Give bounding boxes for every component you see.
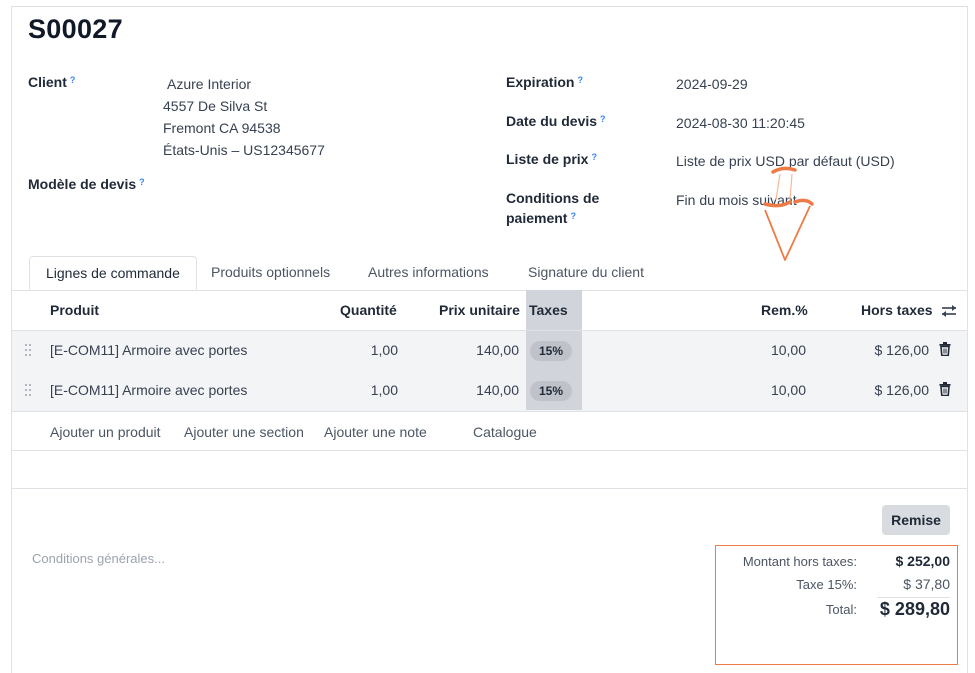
row-quantity[interactable]: 1,00 <box>318 340 398 360</box>
row-subtotal: $ 126,00 <box>874 382 930 398</box>
row-product[interactable]: [E-COM11] Armoire avec portes <box>50 380 247 400</box>
payment-terms-label: Conditions de paiement? <box>506 190 600 226</box>
header-subtotal[interactable]: Hors taxes <box>861 300 933 320</box>
client-address-line: Fremont CA 94538 <box>163 120 281 136</box>
row-unit-price[interactable]: 140,00 <box>419 380 519 400</box>
header-product[interactable]: Produit <box>50 300 99 320</box>
help-icon[interactable]: ? <box>600 114 606 124</box>
row-subtotal: $ 126,00 <box>874 342 930 358</box>
tax-badge[interactable]: 15% <box>530 341 573 361</box>
tab-order-lines[interactable]: Lignes de commande <box>29 256 197 290</box>
row-unit-price[interactable]: 140,00 <box>419 340 519 360</box>
help-icon[interactable]: ? <box>570 211 576 221</box>
client-address-line: États-Unis – US12345677 <box>163 142 325 158</box>
row-product[interactable]: [E-COM11] Armoire avec portes <box>50 340 247 360</box>
row-discount[interactable]: 10,00 <box>726 380 806 400</box>
tab-customer-signature[interactable]: Signature du client <box>512 256 660 290</box>
quote-template-input[interactable] <box>163 174 463 196</box>
tabs-divider <box>12 290 967 291</box>
pricelist-label: Liste de prix? <box>506 151 597 167</box>
annotation-arrow-icon <box>763 166 814 261</box>
client-address-line: 4557 De Silva St <box>163 98 268 114</box>
trash-icon[interactable] <box>939 382 951 396</box>
header-discount[interactable]: Rem.% <box>761 300 808 320</box>
header-quantity[interactable]: Quantité <box>340 300 397 320</box>
add-note-link[interactable]: Ajouter une note <box>324 422 427 442</box>
drag-handle-icon[interactable] <box>25 384 33 396</box>
quote-date-value[interactable]: 2024-08-30 11:20:45 <box>676 112 805 134</box>
row-discount[interactable]: 10,00 <box>726 340 806 360</box>
quote-date-label: Date du devis? <box>506 113 606 129</box>
client-label: Client? <box>28 74 76 90</box>
totals-divider <box>877 597 950 598</box>
tax-badge[interactable]: 15% <box>530 381 573 401</box>
optional-columns-icon[interactable] <box>941 304 957 318</box>
table-footer-divider <box>12 488 967 489</box>
tab-optional-products[interactable]: Produits optionnels <box>195 256 346 290</box>
record-title: S00027 <box>28 14 123 44</box>
expiration-label: Expiration? <box>506 74 583 90</box>
help-icon[interactable]: ? <box>70 75 76 85</box>
tab-other-info[interactable]: Autres informations <box>352 256 505 290</box>
untaxed-amount-label: Montant hors taxes: <box>742 554 857 569</box>
catalog-link[interactable]: Catalogue <box>473 422 537 442</box>
help-icon[interactable]: ? <box>139 177 145 187</box>
total-label: Total: <box>825 602 857 617</box>
help-icon[interactable]: ? <box>591 152 597 162</box>
untaxed-amount-value: $ 252,00 <box>895 553 951 569</box>
help-icon[interactable]: ? <box>577 75 583 85</box>
tax-amount-label: Taxe 15%: <box>796 577 857 592</box>
trash-icon[interactable] <box>939 342 951 356</box>
tax-amount-value: $ 37,80 <box>903 576 950 592</box>
quote-template-label: Modèle de devis? <box>28 176 145 192</box>
discount-button[interactable]: Remise <box>882 505 950 535</box>
total-value: $ 289,80 <box>879 599 950 619</box>
client-name[interactable]: Azure Interior <box>163 73 325 95</box>
terms-conditions-input[interactable]: Conditions générales... <box>32 551 165 566</box>
header-taxes[interactable]: Taxes <box>529 300 568 320</box>
expiration-value[interactable]: 2024-09-29 <box>676 73 748 95</box>
client-field[interactable]: Azure Interior 4557 De Silva St Fremont … <box>163 73 325 161</box>
table-bottom-divider <box>12 450 967 451</box>
add-section-link[interactable]: Ajouter une section <box>184 422 304 442</box>
drag-handle-icon[interactable] <box>25 344 33 356</box>
header-unit-price[interactable]: Prix unitaire <box>439 300 520 320</box>
row-quantity[interactable]: 1,00 <box>318 380 398 400</box>
add-product-link[interactable]: Ajouter un produit <box>50 422 161 442</box>
